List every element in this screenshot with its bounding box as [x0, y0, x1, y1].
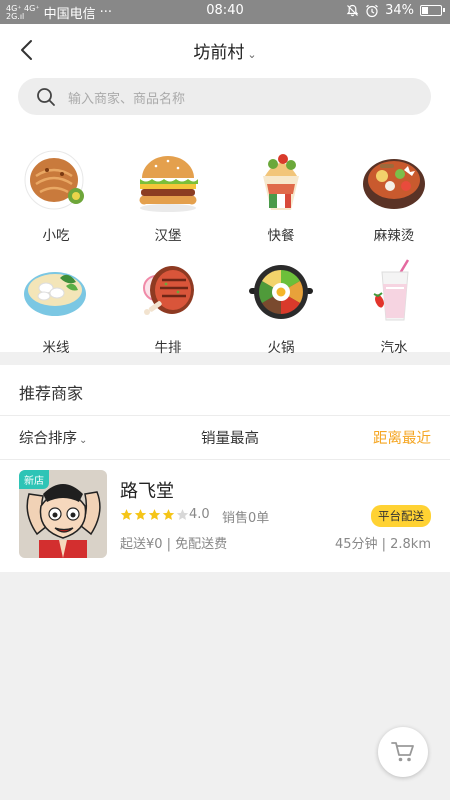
- star-filled-icon: [148, 509, 161, 520]
- category-malatang[interactable]: 麻辣烫: [338, 136, 450, 246]
- milkshake-icon: [373, 259, 410, 321]
- pancake-icon: [24, 150, 84, 210]
- shopping-cart-icon: [391, 742, 414, 762]
- category-label: 汉堡: [154, 228, 182, 244]
- header: 坊前村 ⌄: [0, 24, 450, 76]
- delivery-badge: 平台配送: [371, 505, 431, 527]
- alarm-icon: [366, 4, 378, 17]
- search-icon: [37, 88, 55, 106]
- delivery-time-distance: 45分钟 | 2.8km: [334, 537, 431, 552]
- search-placeholder: 输入商家、商品名称: [68, 92, 186, 107]
- category-hanbao[interactable]: 汉堡: [112, 136, 224, 246]
- category-xiaochi[interactable]: 小吃: [0, 136, 112, 246]
- category-huoguo[interactable]: 火锅: [225, 248, 337, 358]
- new-shop-badge: 新店: [19, 470, 49, 489]
- burger-icon: [139, 156, 198, 212]
- section-title: 推荐商家: [19, 384, 84, 403]
- search-area: 输入商家、商品名称: [0, 76, 450, 128]
- hotpot-bowl-icon: [363, 159, 425, 209]
- star-filled-icon: [162, 509, 175, 520]
- category-label: 汽水: [380, 340, 408, 356]
- category-grid: 小吃 汉堡 快餐 麻辣烫 米线 牛排 火锅 汽水: [0, 128, 450, 356]
- delivery-fees: 起送¥0 | 免配送费: [120, 537, 228, 552]
- wrap-icon: [263, 154, 299, 210]
- sort-distance-button[interactable]: 距离最近: [373, 427, 431, 448]
- status-right: 34%: [346, 3, 445, 18]
- shop-name: 路飞堂: [120, 481, 174, 502]
- category-niupai[interactable]: 牛排: [112, 248, 224, 358]
- category-qishui[interactable]: 汽水: [338, 248, 450, 358]
- category-label: 麻辣烫: [373, 228, 415, 244]
- category-kuaican[interactable]: 快餐: [225, 136, 337, 246]
- noodle-bowl-icon: [24, 272, 86, 316]
- bibimbap-pot-icon: [249, 265, 313, 319]
- rating-value: 4.0: [189, 507, 210, 522]
- category-mixian[interactable]: 米线: [0, 248, 112, 358]
- divider: [0, 415, 450, 416]
- shop-card[interactable]: 新店 路飞堂 4.0 销售0单 平台配送 起送¥0 | 免配送费 45分钟 | …: [0, 460, 450, 572]
- category-label: 米线: [42, 340, 70, 356]
- category-label: 火锅: [267, 340, 295, 356]
- location-selector[interactable]: 坊前村 ⌄: [0, 38, 450, 63]
- battery-percent: 34%: [385, 3, 414, 18]
- chevron-down-icon: ⌄: [247, 48, 257, 61]
- steak-icon: [143, 266, 194, 315]
- recommend-panel: 推荐商家 综合排序 ⌄ 销量最高 距离最近 新店 路飞堂 4.0 销售0单 平台配…: [0, 365, 450, 572]
- category-label: 牛排: [154, 340, 182, 356]
- cart-button[interactable]: [378, 727, 428, 777]
- star-empty-icon: [176, 509, 189, 520]
- search-input[interactable]: 输入商家、商品名称: [18, 78, 431, 115]
- shop-thumbnail: 新店: [19, 470, 107, 558]
- sales-count: 销售0单: [222, 511, 270, 526]
- mute-bell-icon: [346, 4, 359, 17]
- category-label: 快餐: [267, 228, 295, 244]
- rating-stars: [120, 508, 189, 521]
- category-label: 小吃: [42, 228, 70, 244]
- star-filled-icon: [134, 509, 147, 520]
- battery-icon: [420, 5, 445, 16]
- star-filled-icon: [120, 509, 133, 520]
- page-title: 坊前村: [193, 43, 245, 63]
- status-bar: 4G⁺ 4G⁺ 2G.ıl 中国电信 ··· 08:40 34%: [0, 0, 450, 24]
